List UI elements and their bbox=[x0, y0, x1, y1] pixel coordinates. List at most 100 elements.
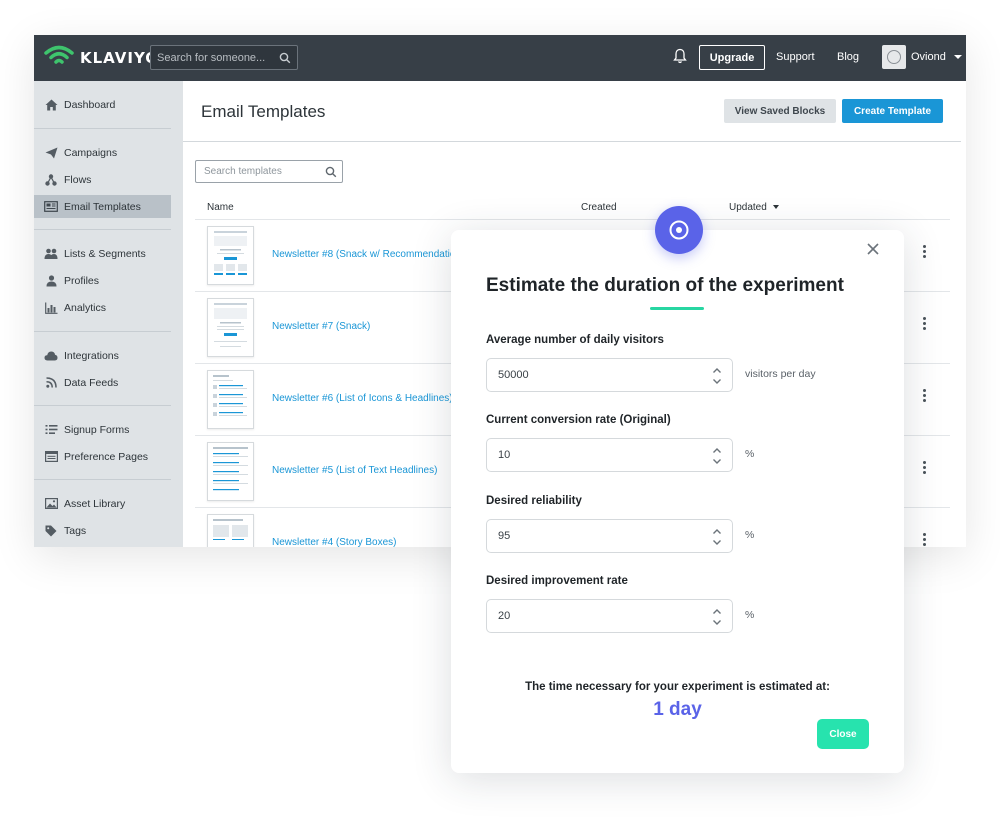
sidebar-item-profiles[interactable]: Profiles bbox=[34, 269, 171, 292]
sidebar-item-preference-pages[interactable]: Preference Pages bbox=[34, 445, 171, 468]
home-icon bbox=[44, 98, 58, 112]
template-name-link[interactable]: Newsletter #6 (List of Icons & Headlines… bbox=[272, 393, 453, 404]
search-icon[interactable] bbox=[279, 51, 291, 69]
list-icon bbox=[44, 423, 58, 437]
daily-visitors-field bbox=[486, 358, 733, 392]
user-name: Oviond bbox=[911, 51, 946, 63]
template-search-input[interactable] bbox=[204, 161, 319, 182]
daily-visitors-label: Average number of daily visitors bbox=[486, 334, 664, 346]
logo-text: KLAVIYO bbox=[80, 48, 160, 67]
sidebar-item-dashboard[interactable]: Dashboard bbox=[34, 93, 171, 116]
sidebar-divider bbox=[34, 405, 171, 406]
column-header-created[interactable]: Created bbox=[581, 202, 617, 213]
title-underline bbox=[650, 307, 704, 310]
user-icon bbox=[44, 274, 58, 288]
top-navbar: KLAVIYO Upgrade Support Blog Oviond bbox=[34, 35, 966, 81]
template-thumbnail[interactable] bbox=[207, 226, 254, 285]
sidebar-item-asset-library[interactable]: Asset Library bbox=[34, 492, 171, 515]
bar-chart-icon bbox=[44, 301, 58, 315]
improvement-rate-input[interactable] bbox=[498, 600, 698, 632]
more-options-icon[interactable] bbox=[921, 317, 927, 332]
sidebar-divider bbox=[34, 331, 171, 332]
more-options-icon[interactable] bbox=[921, 533, 927, 547]
sidebar-item-tags[interactable]: Tags bbox=[34, 519, 171, 542]
users-icon bbox=[44, 247, 58, 261]
sidebar-item-flows[interactable]: Flows bbox=[34, 168, 171, 191]
cloud-icon bbox=[44, 349, 58, 363]
sidebar: Dashboard Campaigns Flows Email Template… bbox=[34, 81, 183, 547]
sidebar-item-label: Dashboard bbox=[64, 98, 116, 111]
number-stepper-icon[interactable] bbox=[712, 527, 722, 547]
rss-icon bbox=[44, 376, 58, 390]
number-stepper-icon[interactable] bbox=[712, 366, 722, 386]
more-options-icon[interactable] bbox=[921, 389, 927, 404]
more-options-icon[interactable] bbox=[921, 461, 927, 476]
sidebar-divider bbox=[34, 229, 171, 230]
global-search bbox=[150, 45, 298, 70]
result-value: 1 day bbox=[653, 699, 702, 720]
reliability-unit: % bbox=[745, 529, 755, 541]
support-link[interactable]: Support bbox=[776, 51, 815, 63]
number-stepper-icon[interactable] bbox=[712, 607, 722, 627]
tag-icon bbox=[44, 524, 58, 538]
number-stepper-icon[interactable] bbox=[712, 446, 722, 466]
page-icon bbox=[44, 450, 58, 464]
close-button[interactable]: Close bbox=[817, 719, 869, 749]
improvement-rate-label: Desired improvement rate bbox=[486, 575, 628, 587]
sidebar-item-label: Asset Library bbox=[64, 497, 126, 510]
sidebar-item-label: Lists & Segments bbox=[64, 247, 146, 260]
sidebar-item-label: Preference Pages bbox=[64, 450, 149, 463]
create-template-button[interactable]: Create Template bbox=[842, 99, 943, 123]
sidebar-item-label: Signup Forms bbox=[64, 423, 130, 436]
sidebar-item-label: Flows bbox=[64, 173, 92, 186]
column-header-updated[interactable]: Updated bbox=[729, 202, 779, 213]
column-header-name[interactable]: Name bbox=[207, 202, 234, 213]
user-menu[interactable]: Oviond bbox=[882, 45, 962, 69]
template-thumbnail[interactable] bbox=[207, 442, 254, 501]
sidebar-item-label: Integrations bbox=[64, 349, 119, 362]
sidebar-item-email-templates[interactable]: Email Templates bbox=[34, 195, 171, 218]
more-options-icon[interactable] bbox=[921, 245, 927, 260]
klaviyo-logo[interactable]: KLAVIYO bbox=[44, 45, 159, 70]
template-thumbnail[interactable] bbox=[207, 370, 254, 429]
column-header-label: Updated bbox=[729, 202, 767, 213]
close-icon[interactable] bbox=[865, 241, 881, 257]
sidebar-item-campaigns[interactable]: Campaigns bbox=[34, 141, 171, 164]
sidebar-item-signup-forms[interactable]: Signup Forms bbox=[34, 418, 171, 441]
template-search bbox=[195, 160, 343, 183]
header-divider bbox=[183, 141, 961, 142]
sidebar-divider bbox=[34, 479, 171, 480]
sidebar-item-lists-segments[interactable]: Lists & Segments bbox=[34, 242, 171, 265]
chevron-down-icon bbox=[953, 55, 962, 59]
sidebar-divider bbox=[34, 128, 171, 129]
sidebar-item-label: Campaigns bbox=[64, 146, 118, 159]
bell-icon[interactable] bbox=[673, 48, 687, 69]
upgrade-button[interactable]: Upgrade bbox=[699, 45, 765, 70]
daily-visitors-input[interactable] bbox=[498, 359, 698, 391]
template-name-link[interactable]: Newsletter #8 (Snack w/ Recommendations) bbox=[272, 249, 469, 260]
reliability-input[interactable] bbox=[498, 520, 698, 552]
search-icon[interactable] bbox=[325, 165, 337, 183]
reliability-label: Desired reliability bbox=[486, 495, 582, 507]
blog-link[interactable]: Blog bbox=[837, 51, 859, 63]
sidebar-item-data-feeds[interactable]: Data Feeds bbox=[34, 371, 171, 394]
daily-visitors-unit: visitors per day bbox=[745, 368, 816, 380]
template-thumbnail[interactable] bbox=[207, 514, 254, 547]
page-title: Email Templates bbox=[201, 102, 326, 121]
template-name-link[interactable]: Newsletter #4 (Story Boxes) bbox=[272, 537, 397, 547]
template-name-link[interactable]: Newsletter #5 (List of Text Headlines) bbox=[272, 465, 437, 476]
improvement-rate-field bbox=[486, 599, 733, 633]
global-search-input[interactable] bbox=[157, 46, 275, 69]
sidebar-item-integrations[interactable]: Integrations bbox=[34, 344, 171, 367]
image-icon bbox=[44, 497, 58, 511]
template-name-link[interactable]: Newsletter #7 (Snack) bbox=[272, 321, 370, 332]
sidebar-item-label: Email Templates bbox=[64, 200, 141, 213]
template-thumbnail[interactable] bbox=[207, 298, 254, 357]
conversion-rate-input[interactable] bbox=[498, 439, 698, 471]
avatar bbox=[882, 45, 906, 69]
sidebar-item-label: Tags bbox=[64, 524, 87, 537]
sidebar-item-analytics[interactable]: Analytics bbox=[34, 296, 171, 319]
view-saved-blocks-button[interactable]: View Saved Blocks bbox=[724, 99, 836, 123]
sidebar-item-label: Analytics bbox=[64, 301, 107, 314]
estimate-duration-modal: Estimate the duration of the experiment … bbox=[451, 230, 904, 773]
